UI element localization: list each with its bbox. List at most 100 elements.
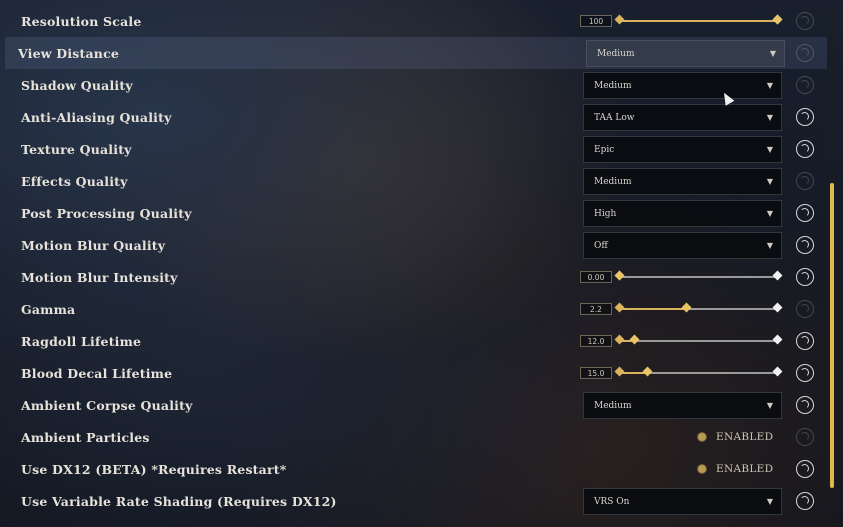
setting-label: View Distance: [18, 45, 120, 61]
setting-row-effects-quality: Effects Quality Medium ▼: [5, 165, 827, 197]
scrollbar[interactable]: [829, 8, 835, 488]
setting-row-resolution-scale: Resolution Scale 100: [5, 5, 827, 37]
slider-value-box[interactable]: 12.0: [580, 335, 612, 347]
reset-icon[interactable]: [796, 396, 814, 414]
slider-value-box[interactable]: 15.0: [580, 367, 612, 379]
dropdown-value: TAA Low: [594, 112, 635, 123]
toggle-state: ENABLED: [716, 463, 774, 475]
toggle-use-dx12-beta-requires-restart[interactable]: ENABLED: [697, 463, 773, 475]
slider-end-marker: [772, 334, 782, 345]
chevron-down-icon: ▼: [766, 113, 773, 122]
slider-start-marker: [614, 302, 624, 313]
toggle-indicator-icon: [697, 432, 707, 442]
reset-icon[interactable]: [796, 76, 814, 94]
dropdown-motion-blur-quality[interactable]: Off ▼: [583, 232, 782, 259]
slider-handle[interactable]: [642, 366, 653, 377]
reset-icon[interactable]: [796, 364, 814, 382]
setting-label: Use DX12 (BETA) *Requires Restart*: [21, 461, 287, 477]
setting-row-gamma: Gamma 2.2: [5, 293, 827, 325]
dropdown-value: Medium: [594, 176, 632, 187]
settings-list: Resolution Scale 100 View Distance Medium ▼ S…: [5, 5, 827, 517]
setting-row-view-distance: View Distance Medium ▼: [5, 37, 827, 69]
dropdown-value: Epic: [594, 144, 615, 155]
chevron-down-icon: ▼: [766, 177, 773, 186]
slider-start-marker: [614, 334, 624, 345]
dropdown-value: High: [594, 208, 617, 219]
slider-value-box[interactable]: 0.00: [580, 271, 612, 283]
reset-icon[interactable]: [796, 460, 814, 478]
reset-icon[interactable]: [796, 268, 814, 286]
setting-row-motion-blur-intensity: Motion Blur Intensity 0.00: [5, 261, 827, 293]
setting-row-shadow-quality: Shadow Quality Medium ▼: [5, 69, 827, 101]
dropdown-ambient-corpse-quality[interactable]: Medium ▼: [583, 392, 782, 419]
dropdown-shadow-quality[interactable]: Medium ▼: [583, 72, 782, 99]
dropdown-post-processing-quality[interactable]: High ▼: [583, 200, 782, 227]
reset-icon[interactable]: [796, 12, 814, 30]
setting-label: Gamma: [21, 301, 76, 317]
dropdown-use-variable-rate-shading-requires-dx12[interactable]: VRS On ▼: [583, 488, 782, 515]
slider-track-resolution-scale[interactable]: [614, 14, 782, 25]
setting-row-use-variable-rate-shading-requires-dx12: Use Variable Rate Shading (Requires DX12…: [5, 485, 827, 517]
slider-handle[interactable]: [681, 302, 692, 313]
dropdown-effects-quality[interactable]: Medium ▼: [583, 168, 782, 195]
toggle-state: ENABLED: [716, 431, 774, 443]
dropdown-texture-quality[interactable]: Epic ▼: [583, 136, 782, 163]
chevron-down-icon: ▼: [766, 401, 773, 410]
dropdown-value: Off: [594, 240, 608, 251]
setting-label: Anti-Aliasing Quality: [21, 109, 172, 125]
setting-label: Texture Quality: [21, 141, 132, 157]
setting-label: Ragdoll Lifetime: [21, 333, 142, 349]
slider-value-box[interactable]: 100: [580, 15, 612, 27]
setting-label: Blood Decal Lifetime: [21, 365, 173, 381]
slider-track-blood-decal-lifetime[interactable]: [614, 366, 782, 377]
chevron-down-icon: ▼: [766, 241, 773, 250]
slider-end-marker: [772, 270, 782, 281]
reset-icon[interactable]: [796, 492, 814, 510]
setting-row-blood-decal-lifetime: Blood Decal Lifetime 15.0: [5, 357, 827, 389]
slider-end-marker: [772, 366, 782, 377]
setting-label: Post Processing Quality: [21, 205, 192, 221]
reset-icon[interactable]: [796, 172, 814, 190]
setting-row-ambient-corpse-quality: Ambient Corpse Quality Medium ▼: [5, 389, 827, 421]
chevron-down-icon: ▼: [766, 497, 773, 506]
slider-handle[interactable]: [614, 270, 624, 281]
slider-handle[interactable]: [772, 14, 782, 25]
slider-track-motion-blur-intensity[interactable]: [614, 270, 782, 281]
slider-handle[interactable]: [629, 334, 640, 345]
reset-icon[interactable]: [796, 236, 814, 254]
chevron-down-icon: ▼: [769, 49, 776, 58]
slider-track-ragdoll-lifetime[interactable]: [614, 334, 782, 345]
chevron-down-icon: ▼: [766, 81, 773, 90]
toggle-ambient-particles[interactable]: ENABLED: [697, 431, 773, 443]
setting-row-motion-blur-quality: Motion Blur Quality Off ▼: [5, 229, 827, 261]
reset-icon[interactable]: [796, 44, 814, 62]
reset-icon[interactable]: [796, 108, 814, 126]
setting-row-ambient-particles: Ambient Particles ENABLED: [5, 421, 827, 453]
reset-icon[interactable]: [796, 204, 814, 222]
slider-start-marker: [614, 14, 624, 25]
dropdown-value: VRS On: [594, 496, 630, 507]
setting-row-use-dx12-beta-requires-restart: Use DX12 (BETA) *Requires Restart* ENABLE…: [5, 453, 827, 485]
dropdown-view-distance[interactable]: Medium ▼: [586, 40, 785, 67]
reset-icon[interactable]: [796, 300, 814, 318]
setting-label: Shadow Quality: [21, 77, 133, 93]
setting-label: Motion Blur Quality: [21, 237, 166, 253]
dropdown-value: Medium: [594, 80, 632, 91]
slider-fill: [619, 20, 777, 22]
reset-icon[interactable]: [796, 332, 814, 350]
slider-fill: [619, 308, 687, 310]
setting-label: Effects Quality: [21, 173, 128, 189]
setting-label: Ambient Corpse Quality: [21, 397, 193, 413]
setting-label: Motion Blur Intensity: [21, 269, 178, 285]
scrollbar-thumb[interactable]: [830, 183, 834, 488]
slider-start-marker: [614, 366, 624, 377]
dropdown-value: Medium: [597, 48, 635, 59]
setting-row-ragdoll-lifetime: Ragdoll Lifetime 12.0: [5, 325, 827, 357]
slider-end-marker: [772, 302, 782, 313]
slider-value-box[interactable]: 2.2: [580, 303, 612, 315]
setting-row-texture-quality: Texture Quality Epic ▼: [5, 133, 827, 165]
reset-icon[interactable]: [796, 428, 814, 446]
reset-icon[interactable]: [796, 140, 814, 158]
dropdown-anti-aliasing-quality[interactable]: TAA Low ▼: [583, 104, 782, 131]
slider-track-gamma[interactable]: [614, 302, 782, 313]
